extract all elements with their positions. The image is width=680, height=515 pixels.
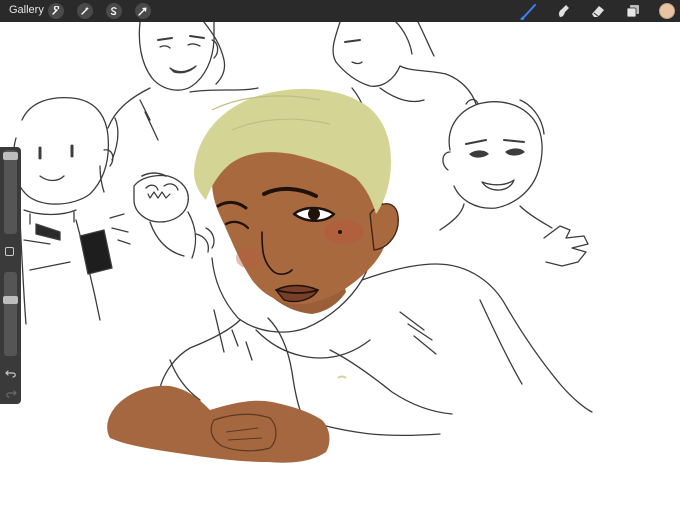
drawing-canvas[interactable] — [0, 21, 680, 510]
magic-wand-icon[interactable] — [77, 3, 93, 19]
left-sidebar — [0, 147, 21, 404]
undo-icon[interactable] — [5, 365, 17, 378]
active-color-swatch[interactable] — [659, 3, 675, 19]
brush-size-slider[interactable] — [3, 150, 18, 234]
selection-icon[interactable] — [106, 3, 122, 19]
gallery-button[interactable]: Gallery — [9, 4, 44, 16]
top-toolbar: Gallery — [0, 0, 680, 22]
brush-opacity-knob[interactable] — [3, 296, 18, 304]
sketch-artwork — [12, 21, 593, 463]
layers-icon[interactable] — [624, 2, 642, 20]
eraser-icon[interactable] — [589, 2, 607, 20]
transform-arrow-icon[interactable] — [135, 3, 151, 19]
square-modify-icon[interactable] — [5, 247, 14, 256]
brush-icon[interactable] — [520, 2, 538, 21]
brush-opacity-slider[interactable] — [3, 272, 18, 356]
redo-icon[interactable] — [5, 385, 17, 398]
wrench-icon[interactable] — [48, 3, 64, 19]
smudge-icon[interactable] — [555, 2, 573, 20]
brush-size-knob[interactable] — [3, 152, 18, 160]
